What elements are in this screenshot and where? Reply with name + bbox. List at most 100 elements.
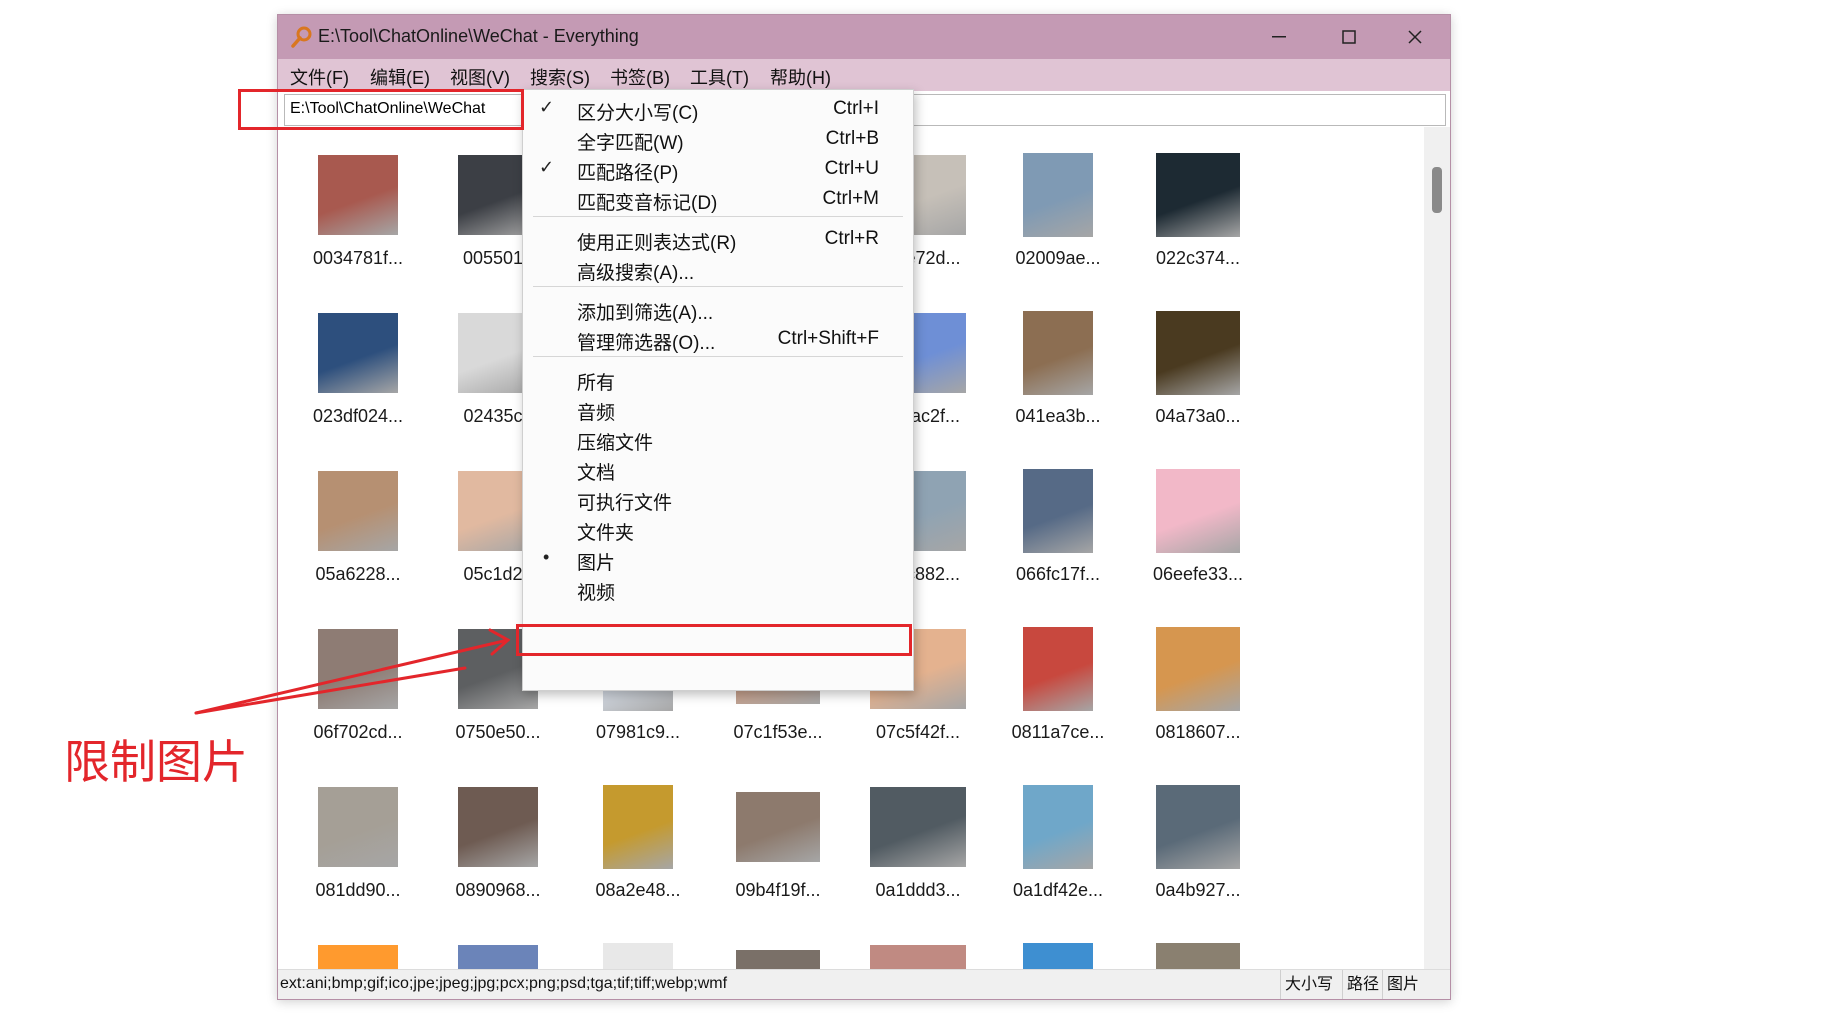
scrollbar-thumb[interactable] [1432, 167, 1442, 213]
image-preview [736, 792, 820, 862]
menu-bookmarks[interactable]: 书签(B) [610, 64, 670, 90]
dropdown-item-shortcut: Ctrl+M [822, 188, 879, 209]
highlight-search-box [238, 89, 524, 130]
thumbnail [588, 935, 688, 969]
thumbnail [308, 145, 408, 245]
dropdown-item-shortcut: Ctrl+I [833, 98, 879, 119]
menu-tools[interactable]: 工具(T) [690, 64, 749, 90]
checkmark-icon: ✓ [539, 157, 555, 177]
search-dropdown-menu: ✓ 区分大小写(C) Ctrl+I 全字匹配(W) Ctrl+B ✓ 匹配路径(P) Ctrl… [522, 89, 914, 691]
image-preview [1156, 469, 1240, 553]
file-name: 05a6228... [315, 564, 401, 584]
dropdown-item[interactable]: 高级搜索(A)... [523, 253, 913, 287]
dropdown-item[interactable]: 使用正则表达式(R) Ctrl+R [523, 223, 913, 257]
file-name: 041ea3b... [1015, 406, 1101, 426]
file-name: 07c1f53e... [733, 722, 823, 742]
thumbnail [868, 777, 968, 877]
dropdown-item-label: 匹配路径(P) [577, 163, 679, 184]
image-preview [1156, 943, 1240, 969]
image-preview [870, 787, 966, 867]
dropdown-item[interactable]: ✓ 匹配路径(P) Ctrl+U [523, 153, 913, 187]
title-bar[interactable]: E:\Tool\ChatOnline\WeChat - Everything [278, 15, 1450, 59]
image-preview [1023, 469, 1093, 553]
image-preview [1023, 785, 1093, 869]
dropdown-item-label: 压缩文件 [577, 433, 654, 454]
file-name: 0818607... [1155, 722, 1241, 742]
dropdown-item[interactable]: • 图片 [523, 543, 913, 577]
dropdown-item-label: 全字匹配(W) [577, 133, 684, 154]
image-preview [1023, 153, 1093, 237]
thumbnail [1148, 461, 1248, 561]
dropdown-item[interactable]: 管理筛选器(O)... Ctrl+Shift+F [523, 323, 913, 357]
menu-edit[interactable]: 编辑(E) [370, 64, 430, 90]
image-preview [1023, 311, 1093, 395]
thumbnail [308, 461, 408, 561]
dropdown-item[interactable]: ✓ 区分大小写(C) Ctrl+I [523, 93, 913, 127]
file-name: 0750e50... [455, 722, 541, 742]
maximize-icon [1342, 30, 1356, 44]
annotation-text: 限制图片 [64, 735, 248, 789]
image-preview [603, 785, 673, 869]
vertical-scrollbar[interactable] [1424, 127, 1450, 969]
file-name: 0890968... [455, 880, 541, 900]
radio-bullet-icon: • [543, 547, 550, 567]
file-name: 04a73a0... [1155, 406, 1241, 426]
dropdown-item[interactable]: 所有 [523, 363, 913, 397]
dropdown-item[interactable]: 可执行文件 [523, 483, 913, 517]
dropdown-item[interactable]: 匹配变音标记(D) Ctrl+M [523, 183, 913, 217]
close-button[interactable] [1380, 15, 1450, 59]
dropdown-item-label: 高级搜索(A)... [577, 263, 695, 284]
menu-help[interactable]: 帮助(H) [770, 64, 831, 90]
image-preview [458, 787, 538, 867]
dropdown-item-shortcut: Ctrl+U [824, 158, 879, 179]
file-name: 081dd90... [315, 880, 401, 900]
menu-search[interactable]: 搜索(S) [530, 64, 590, 90]
file-name: 022c374... [1155, 248, 1241, 268]
dropdown-item-label: 可执行文件 [577, 493, 673, 514]
file-name: 023df024... [312, 406, 404, 426]
image-preview [1156, 627, 1240, 711]
dropdown-item-label: 视频 [577, 583, 616, 604]
thumbnail [308, 619, 408, 719]
dropdown-item-label: 匹配变音标记(D) [577, 193, 718, 214]
status-case: 大小写 [1280, 970, 1347, 999]
file-name: 0a4b927... [1155, 880, 1241, 900]
thumbnail [1008, 935, 1108, 969]
dropdown-item-shortcut: Ctrl+R [824, 228, 879, 249]
minimize-button[interactable] [1244, 15, 1314, 59]
dropdown-item[interactable]: 视频 [523, 573, 913, 607]
dropdown-item-shortcut: Ctrl+B [825, 128, 879, 149]
magnifier-app-icon [291, 26, 312, 48]
file-name: 0a1ddd3... [875, 880, 961, 900]
thumbnail [308, 777, 408, 877]
image-preview [736, 950, 820, 969]
dropdown-item[interactable]: 文档 [523, 453, 913, 487]
dropdown-item-label: 文件夹 [577, 523, 635, 544]
status-type: 图片 [1382, 970, 1450, 999]
highlight-image-option [516, 624, 912, 656]
dropdown-item[interactable]: 压缩文件 [523, 423, 913, 457]
image-preview [318, 471, 398, 551]
menu-file[interactable]: 文件(F) [290, 64, 349, 90]
dropdown-item[interactable]: 全字匹配(W) Ctrl+B [523, 123, 913, 157]
image-preview [603, 943, 673, 969]
image-preview [458, 945, 538, 969]
image-preview [1023, 627, 1093, 711]
image-preview [1156, 311, 1240, 395]
dropdown-item-label: 图片 [577, 553, 616, 574]
image-preview [318, 155, 398, 235]
file-name: 07981c9... [595, 722, 681, 742]
dropdown-item[interactable]: 文件夹 [523, 513, 913, 547]
dropdown-item[interactable]: 音频 [523, 393, 913, 427]
maximize-button[interactable] [1314, 15, 1384, 59]
thumbnail [448, 777, 548, 877]
dropdown-item-label: 文档 [577, 463, 616, 484]
menu-view[interactable]: 视图(V) [450, 64, 510, 90]
thumbnail [1148, 777, 1248, 877]
file-name: 0811a7ce... [1011, 722, 1105, 742]
image-preview [318, 787, 398, 867]
dropdown-item[interactable]: 添加到筛选(A)... [523, 293, 913, 327]
thumbnail [868, 935, 968, 969]
status-path: 路径 [1342, 970, 1387, 999]
thumbnail [1148, 303, 1248, 403]
